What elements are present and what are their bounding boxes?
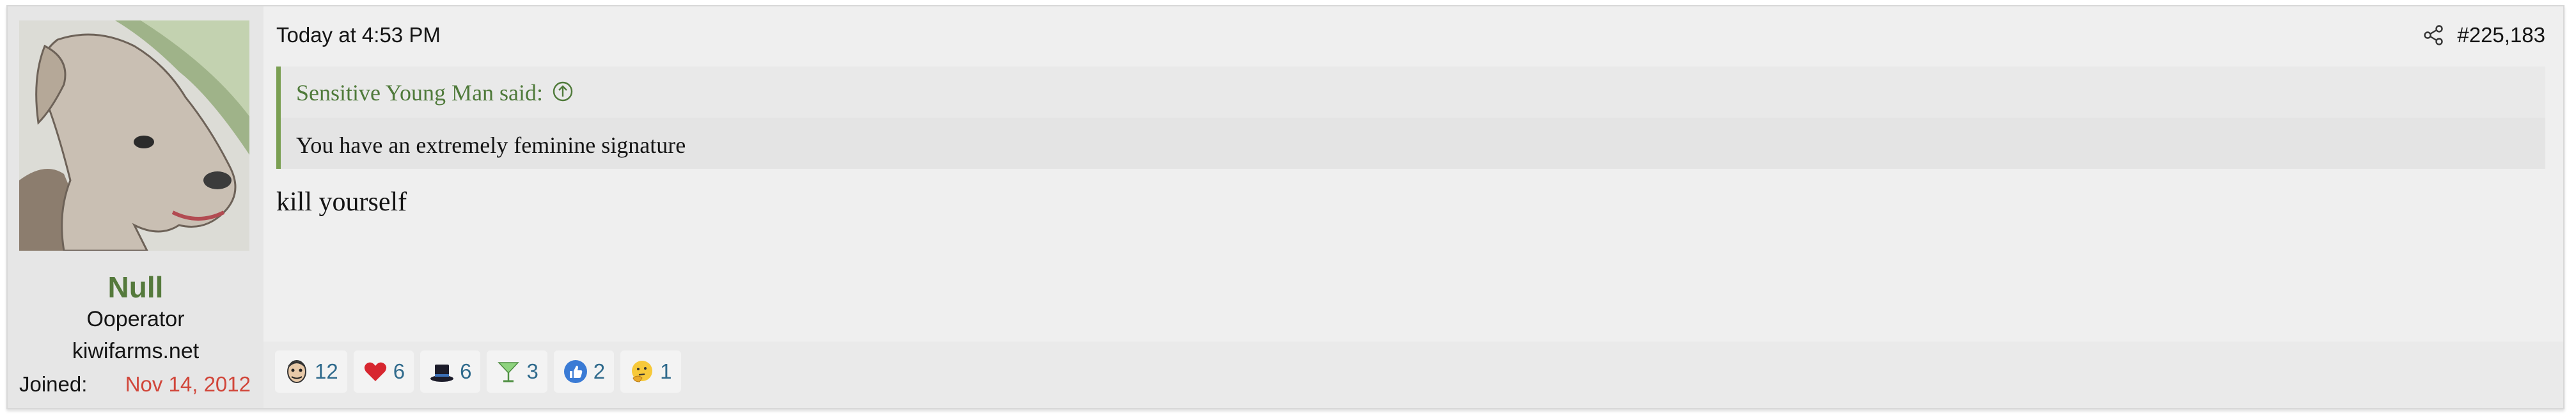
cocktail-icon [496, 359, 521, 384]
share-icon[interactable] [2423, 24, 2444, 46]
quote-header: Sensitive Young Man said: [281, 67, 2545, 118]
reaction-item[interactable]: 6 [353, 350, 414, 393]
reaction-item[interactable]: 12 [275, 350, 347, 393]
reaction-count: 6 [460, 359, 472, 383]
reaction-item[interactable]: 1 [620, 350, 681, 393]
reactions-bar: 12 6 6 3 2 1 [275, 350, 681, 395]
post-timestamp[interactable]: Today at 4:53 PM [276, 23, 441, 47]
reaction-count: 6 [393, 359, 405, 383]
top-hat-icon [429, 359, 455, 384]
thinking-face-icon [629, 359, 655, 384]
reaction-count: 12 [315, 359, 338, 383]
reaction-item[interactable]: 3 [487, 350, 547, 393]
quote-block: Sensitive Young Man said: You have an ex… [276, 67, 2545, 169]
user-title: Ooperator [86, 307, 185, 331]
quote-text: You have an extremely feminine signature [296, 132, 686, 158]
post-container: Null Ooperator kiwifarms.net Joined: Nov… [6, 5, 2564, 409]
post-message: kill yourself [276, 187, 407, 217]
arrow-up-circle-icon[interactable] [552, 81, 574, 102]
thumbs-up-icon [563, 359, 588, 384]
post-number-link[interactable]: #225,183 [2457, 23, 2545, 47]
user-banner: kiwifarms.net [72, 339, 200, 363]
reaction-count: 3 [526, 359, 538, 383]
reaction-count: 1 [660, 359, 672, 383]
dog-avatar-icon[interactable] [19, 20, 249, 251]
joined-date: Nov 14, 2012 [125, 372, 251, 396]
reaction-item[interactable]: 6 [420, 350, 481, 393]
quote-author-link[interactable]: Sensitive Young Man said: [296, 79, 543, 106]
username[interactable]: Null [8, 270, 263, 304]
post-main: Today at 4:53 PM #225,183 Sensitive Youn… [263, 6, 2563, 342]
joined-label: Joined: [19, 372, 88, 396]
heart-icon [363, 359, 388, 384]
reaction-item[interactable]: 2 [553, 350, 615, 393]
face-reaction-icon [284, 359, 310, 384]
user-info-panel: Null Ooperator kiwifarms.net Joined: Nov… [8, 6, 263, 408]
reaction-count: 2 [593, 359, 606, 383]
